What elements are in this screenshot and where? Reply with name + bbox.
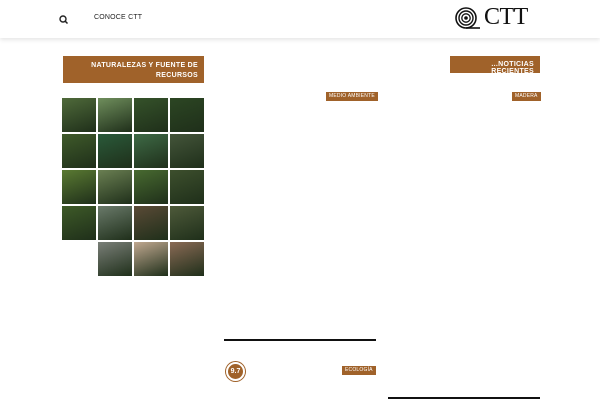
gallery-thumbnail[interactable]: [98, 170, 132, 204]
tag-medio-ambiente[interactable]: MEDIO AMBIENTE: [326, 92, 378, 101]
tag-ecologia[interactable]: ECOLOGÍA: [342, 366, 376, 375]
gallery-thumbnail[interactable]: [170, 206, 204, 240]
gallery-thumbnail[interactable]: [170, 98, 204, 132]
gallery-thumbnail[interactable]: [170, 134, 204, 168]
review-score-badge: 9.7: [226, 362, 245, 381]
gallery-thumbnail[interactable]: [134, 134, 168, 168]
gallery-thumbnail[interactable]: [134, 242, 168, 276]
gallery-thumbnail[interactable]: [170, 170, 204, 204]
widget-title-naturalezas: NATURALEZAS Y FUENTE DE RECURSOS: [63, 56, 204, 83]
gallery-thumbnail[interactable]: [62, 206, 96, 240]
gallery-thumbnail[interactable]: [98, 98, 132, 132]
gallery-thumbnail[interactable]: [134, 206, 168, 240]
gallery-thumbnail[interactable]: [98, 134, 132, 168]
logo-text: CTT: [484, 4, 528, 30]
search-icon[interactable]: [58, 13, 70, 25]
widget-title-noticias: ...NOTICIAS RECIENTES: [450, 56, 540, 75]
nav-link-conoce-ctt[interactable]: CONOCE CTT: [94, 14, 142, 21]
gallery-thumbnail[interactable]: [170, 242, 204, 276]
gallery-thumbnail[interactable]: [62, 170, 96, 204]
photo-gallery: [62, 98, 205, 276]
post-divider: [224, 339, 376, 341]
gallery-thumbnail[interactable]: [134, 170, 168, 204]
gallery-thumbnail[interactable]: [98, 242, 132, 276]
gallery-thumbnail[interactable]: [62, 98, 96, 132]
site-header: CONOCE CTT CTT: [0, 0, 600, 38]
post-divider: [388, 397, 540, 399]
tag-madera[interactable]: MADERA: [512, 92, 541, 101]
gallery-thumbnail[interactable]: [134, 98, 168, 132]
site-logo[interactable]: CTT: [454, 4, 544, 32]
gallery-thumbnail[interactable]: [98, 206, 132, 240]
gallery-thumbnail[interactable]: [62, 134, 96, 168]
logo-spiral-icon: [454, 7, 482, 36]
